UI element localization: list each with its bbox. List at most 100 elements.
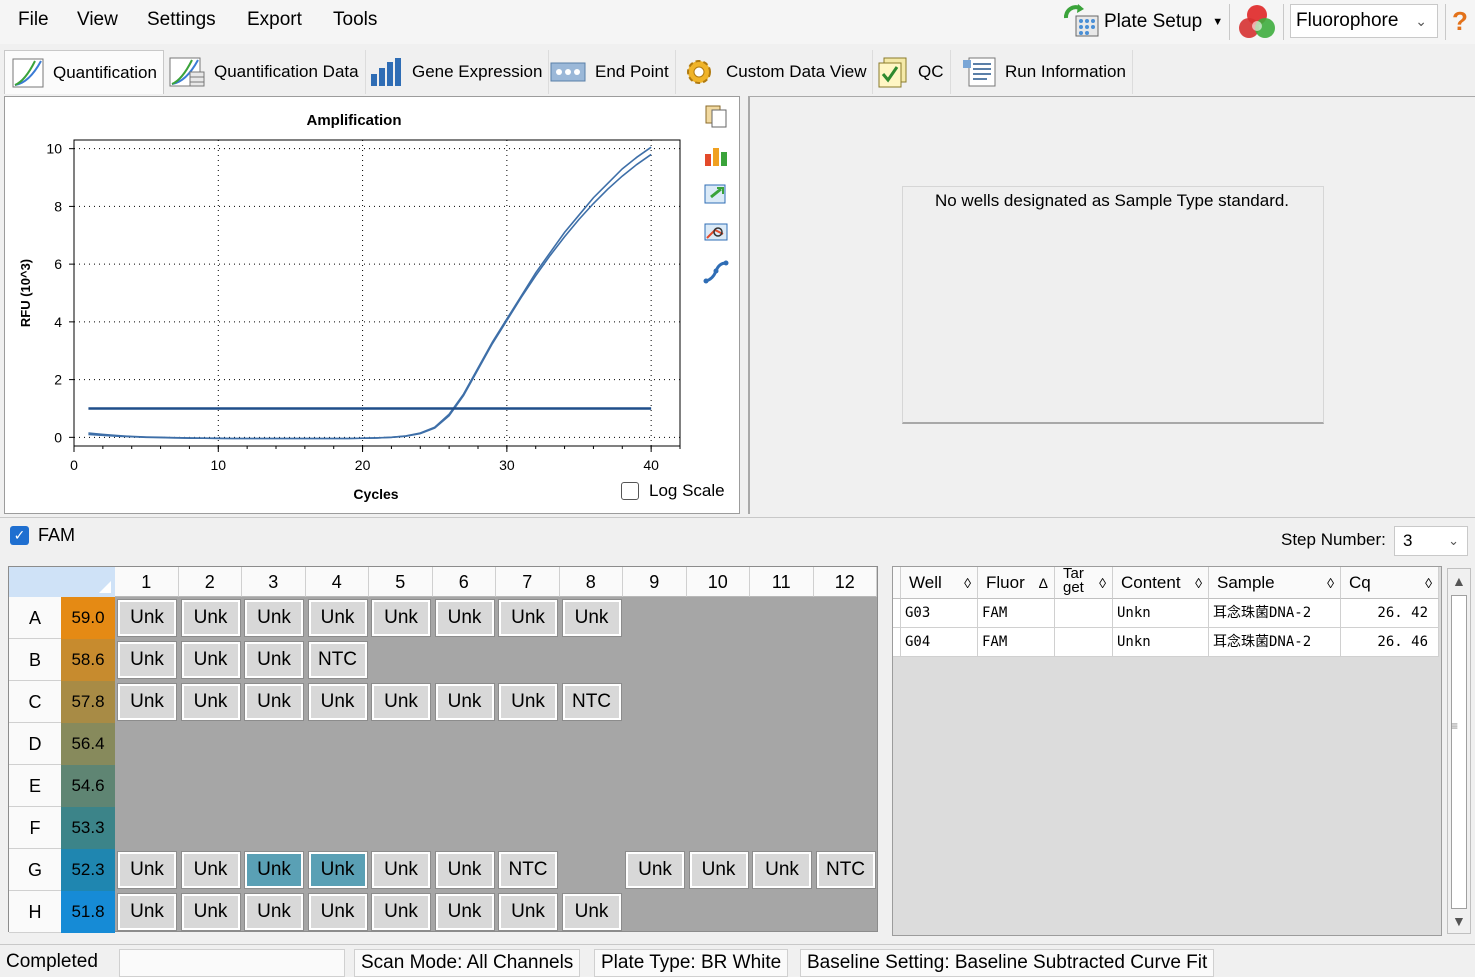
- plate-column-header[interactable]: 3: [242, 567, 306, 597]
- fluorophore-color-icon[interactable]: [1236, 2, 1278, 42]
- plate-well[interactable]: Unk: [307, 851, 368, 889]
- plate-row-header[interactable]: E: [9, 765, 61, 807]
- plate-column-header[interactable]: 12: [813, 567, 877, 597]
- plate-well[interactable]: Unk: [752, 851, 812, 889]
- table-cell[interactable]: G03: [901, 599, 978, 628]
- plate-well[interactable]: Unk: [180, 851, 241, 889]
- plate-well[interactable]: Unk: [498, 683, 558, 721]
- plate-well[interactable]: Unk: [498, 599, 558, 637]
- plate-well[interactable]: Unk: [117, 683, 177, 721]
- chart-options-icon[interactable]: [703, 142, 729, 168]
- table-cell[interactable]: [1055, 628, 1113, 657]
- plate-well[interactable]: Unk: [180, 599, 241, 637]
- plate-well[interactable]: Unk: [498, 893, 558, 931]
- plate-well[interactable]: Unk: [244, 893, 304, 931]
- plate-well[interactable]: Unk: [244, 641, 304, 679]
- plate-well[interactable]: NTC: [498, 851, 558, 889]
- tab-gene-expression[interactable]: Gene Expression: [362, 50, 550, 94]
- column-header-fluor[interactable]: Fluor Δ: [978, 567, 1055, 599]
- menu-export[interactable]: Export: [241, 9, 308, 31]
- plate-well[interactable]: Unk: [117, 851, 177, 889]
- plate-well[interactable]: Unk: [434, 599, 495, 637]
- plate-column-header[interactable]: 4: [305, 567, 369, 597]
- menu-file[interactable]: File: [12, 9, 55, 31]
- tab-custom-data-view[interactable]: Custom Data View: [676, 50, 874, 94]
- plate-well[interactable]: NTC: [815, 851, 876, 889]
- step-number-select[interactable]: 3 ⌄: [1394, 526, 1468, 556]
- plate-well[interactable]: NTC: [561, 683, 622, 721]
- curve-icon[interactable]: [703, 259, 729, 285]
- scroll-down-icon[interactable]: ▼: [1452, 913, 1466, 929]
- zoom-chart-icon[interactable]: [703, 220, 729, 246]
- plate-row-header[interactable]: A: [9, 597, 61, 639]
- plate-column-header[interactable]: 10: [686, 567, 750, 597]
- plate-well[interactable]: Unk: [117, 893, 177, 931]
- plate-corner[interactable]: [9, 567, 115, 597]
- plate-well[interactable]: Unk: [625, 851, 685, 889]
- plate-well[interactable]: Unk: [434, 851, 495, 889]
- table-cell[interactable]: Unkn: [1113, 628, 1209, 657]
- tab-quantification-data[interactable]: Quantification Data: [162, 50, 366, 94]
- tab-run-information[interactable]: Run Information: [955, 50, 1133, 94]
- fluorophore-select[interactable]: Fluorophore ⌄: [1290, 4, 1438, 38]
- row-selector[interactable]: [893, 599, 901, 628]
- sort-icon[interactable]: Δ: [1039, 567, 1048, 599]
- export-chart-icon[interactable]: [703, 181, 729, 207]
- plate-well[interactable]: Unk: [371, 893, 431, 931]
- plate-column-header[interactable]: 11: [750, 567, 814, 597]
- menu-settings[interactable]: Settings: [141, 9, 222, 31]
- fam-checkbox[interactable]: ✓: [10, 526, 29, 545]
- tab-end-point[interactable]: End Point: [543, 50, 676, 94]
- plate-column-header[interactable]: 9: [623, 567, 687, 597]
- sort-icon[interactable]: ◊: [1425, 567, 1432, 599]
- plate-setup-button[interactable]: Plate Setup ▼: [1062, 3, 1223, 41]
- plate-well[interactable]: Unk: [434, 683, 495, 721]
- plate-row-header[interactable]: H: [9, 891, 61, 933]
- table-cell[interactable]: 26. 42: [1341, 599, 1439, 628]
- scroll-up-icon[interactable]: ▲: [1452, 573, 1466, 589]
- sort-icon[interactable]: ◊: [1099, 567, 1106, 599]
- copy-icon[interactable]: [703, 103, 729, 129]
- table-cell[interactable]: 耳念珠菌DNA-2: [1209, 599, 1341, 628]
- plate-well[interactable]: Unk: [434, 893, 495, 931]
- plate-well[interactable]: Unk: [371, 851, 431, 889]
- plate-column-header[interactable]: 5: [369, 567, 433, 597]
- tab-qc[interactable]: QC: [870, 50, 951, 94]
- plate-column-header[interactable]: 6: [432, 567, 496, 597]
- checkbox-box[interactable]: [621, 482, 639, 500]
- table-cell[interactable]: 26. 46: [1341, 628, 1439, 657]
- log-scale-checkbox[interactable]: Log Scale: [621, 481, 725, 501]
- plate-column-header[interactable]: 7: [496, 567, 560, 597]
- table-cell[interactable]: [1055, 599, 1113, 628]
- amplification-chart[interactable]: Amplification 0 10 20 30 40 0 2 4 6 8 10 Cycles RF…: [5, 97, 705, 515]
- column-header-content[interactable]: Content ◊: [1113, 567, 1209, 599]
- plate-column-header[interactable]: 1: [115, 567, 179, 597]
- plate-well[interactable]: Unk: [117, 641, 177, 679]
- plate-row-header[interactable]: G: [9, 849, 61, 891]
- plate-well[interactable]: Unk: [688, 851, 749, 889]
- plate-well[interactable]: Unk: [180, 683, 241, 721]
- plate-well[interactable]: Unk: [117, 599, 177, 637]
- help-icon[interactable]: ?: [1452, 6, 1468, 37]
- plate-well[interactable]: Unk: [244, 851, 304, 889]
- table-cell[interactable]: G04: [901, 628, 978, 657]
- scroll-thumb[interactable]: [1451, 595, 1467, 909]
- plate-well[interactable]: Unk: [307, 893, 368, 931]
- column-header-well[interactable]: Well ◊: [901, 567, 978, 599]
- plate-column-header[interactable]: 8: [559, 567, 623, 597]
- row-selector[interactable]: [893, 628, 901, 657]
- plate-row-header[interactable]: F: [9, 807, 61, 849]
- plate-well[interactable]: NTC: [307, 641, 368, 679]
- plate-well[interactable]: Unk: [180, 893, 241, 931]
- plate-well[interactable]: Unk: [561, 599, 622, 637]
- table-cell[interactable]: FAM: [978, 628, 1055, 657]
- tab-quantification[interactable]: Quantification: [4, 50, 164, 94]
- results-scrollbar[interactable]: ▲ ≡ ▼: [1447, 568, 1471, 934]
- sort-icon[interactable]: ◊: [1195, 567, 1202, 599]
- plate-row-header[interactable]: D: [9, 723, 61, 765]
- table-cell[interactable]: FAM: [978, 599, 1055, 628]
- plate-well[interactable]: Unk: [180, 641, 241, 679]
- plate-well[interactable]: Unk: [307, 599, 368, 637]
- menu-tools[interactable]: Tools: [327, 9, 383, 31]
- plate-well[interactable]: Unk: [371, 683, 431, 721]
